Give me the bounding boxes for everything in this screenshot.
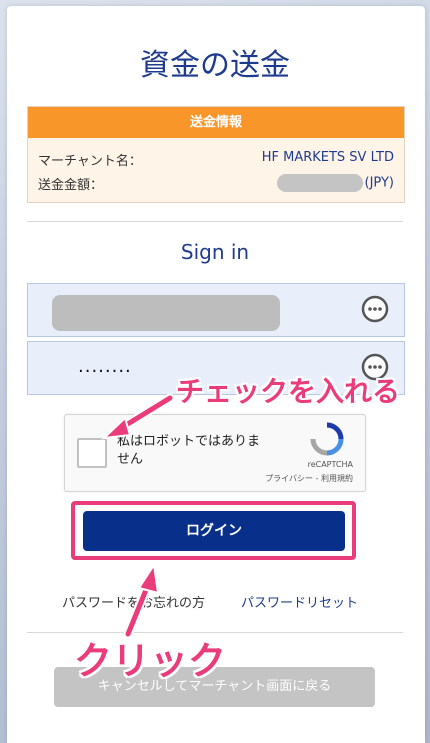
more-options-icon[interactable] bbox=[360, 294, 390, 324]
signin-heading: Sign in bbox=[180, 240, 250, 264]
recaptcha-label: 私はロボットではありません bbox=[117, 434, 261, 467]
recaptcha-widget: 私はロボットではありません reCAPTCHA プライバシー - 利用規約 bbox=[64, 414, 366, 492]
amount-redaction bbox=[276, 174, 363, 192]
password-value: ........ bbox=[78, 356, 132, 377]
forgot-password-link[interactable]: パスワードをお忘れの方 bbox=[62, 592, 205, 611]
amount-label: 送金金額： bbox=[38, 178, 104, 193]
recaptcha-links[interactable]: プライバシー - 利用規約 bbox=[265, 473, 353, 484]
recaptcha-checkbox[interactable] bbox=[77, 438, 107, 468]
check-annotation: チェックを入れる bbox=[176, 375, 401, 408]
login-highlight bbox=[71, 501, 356, 560]
reset-password-link[interactable]: パスワードリセット bbox=[241, 592, 358, 611]
click-annotation: クリック bbox=[74, 639, 227, 683]
username-field[interactable] bbox=[27, 283, 405, 337]
transfer-info-header: 送金情報 bbox=[28, 107, 404, 138]
amount-row: 送金金額： (JPY) bbox=[38, 174, 394, 193]
transfer-info-box: 送金情報 マーチャント名： HF MARKETS SV LTD 送金金額： (J… bbox=[27, 106, 405, 203]
username-redaction bbox=[52, 295, 280, 331]
page-title: 資金の送金 bbox=[140, 48, 290, 83]
merchant-label: マーチャント名： bbox=[38, 154, 142, 169]
merchant-value: HF MARKETS SV LTD bbox=[261, 150, 394, 165]
recaptcha-icon bbox=[310, 422, 344, 456]
divider-top bbox=[27, 221, 403, 222]
amount-value: (JPY) bbox=[276, 174, 394, 192]
recaptcha-brand: reCAPTCHA bbox=[307, 460, 353, 469]
merchant-row: マーチャント名： HF MARKETS SV LTD bbox=[38, 150, 394, 169]
amount-currency: (JPY) bbox=[364, 175, 394, 191]
